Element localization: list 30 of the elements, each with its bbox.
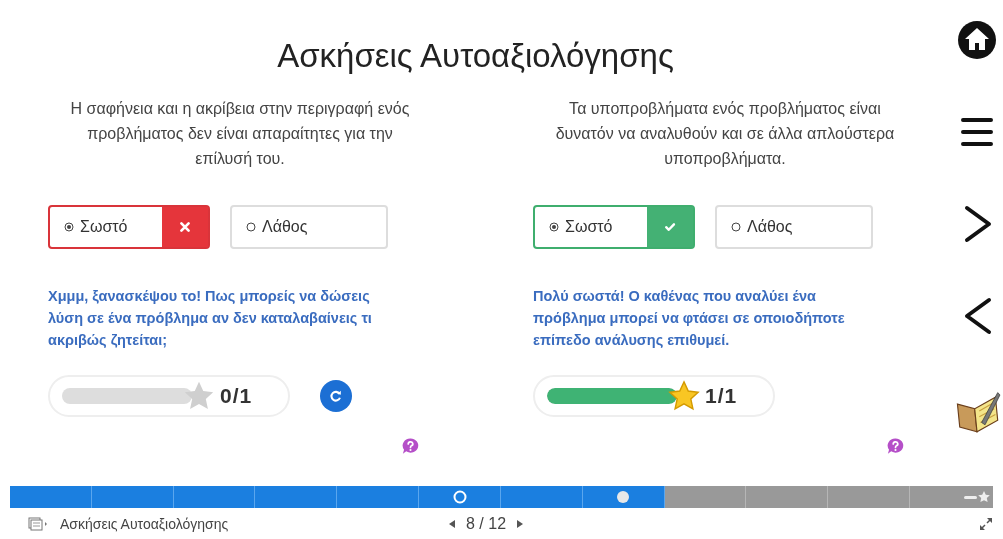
next-icon[interactable] xyxy=(516,518,525,529)
dot-marker-icon xyxy=(616,490,631,504)
home-icon[interactable] xyxy=(957,20,997,60)
course-title: Ασκήσεις Αυτοαξιολόγησης xyxy=(60,515,229,532)
page-title: Ασκήσεις Αυτοαξιολόγησης xyxy=(276,36,675,76)
answer-option[interactable]: Λάθος xyxy=(230,205,388,249)
progress-segment[interactable] xyxy=(582,486,665,508)
help-icon[interactable] xyxy=(886,437,905,456)
score-text: 0/1 xyxy=(220,384,253,408)
answer-option[interactable]: Σωστό xyxy=(533,205,695,249)
feedback-text: Πολύ σωστά! Ο καθένας που αναλύει ένα πρόβλημα μπορεί να φτάσει σε οποιοδήποτε επίπεδο ανάλυσης επιθυμεί. xyxy=(533,287,846,350)
retry-button[interactable] xyxy=(320,380,352,412)
page-counter: 8 / 12 xyxy=(466,514,507,533)
cross-icon xyxy=(179,221,191,233)
question-text: Η σαφήνεια και η ακρίβεια στην περιγραφή ενός προβλήματος δεν είναι απαραίτητες για την επίλυσή του. xyxy=(69,99,411,169)
slides-icon[interactable] xyxy=(28,516,48,531)
progress-segment[interactable] xyxy=(419,486,501,508)
previous-icon[interactable] xyxy=(448,518,456,529)
question-text: Τα υποπροβλήματα ενός προβλήματος είναι δυνατόν να αναλυθούν και σε άλλα απλούστερα υποπροβλήματα. xyxy=(554,99,896,169)
check-icon xyxy=(664,221,676,233)
help-icon[interactable] xyxy=(401,437,420,456)
star-icon xyxy=(962,490,991,504)
answer-option[interactable]: Σωστό xyxy=(48,205,210,249)
score-text: 1/1 xyxy=(705,384,738,408)
answer-option[interactable]: Λάθος xyxy=(715,205,873,249)
fullscreen-icon[interactable] xyxy=(979,516,993,531)
ring-marker-icon xyxy=(452,490,467,504)
progress-segment[interactable] xyxy=(910,486,993,508)
refresh-icon xyxy=(329,389,343,403)
feedback-text: Χμμμ, ξανασκέψου το! Πως μπορείς να δώσεις λύση σε ένα πρόβλημα αν δεν καταλαβαίνεις τι ακριβώς ζητείται; xyxy=(48,287,373,350)
